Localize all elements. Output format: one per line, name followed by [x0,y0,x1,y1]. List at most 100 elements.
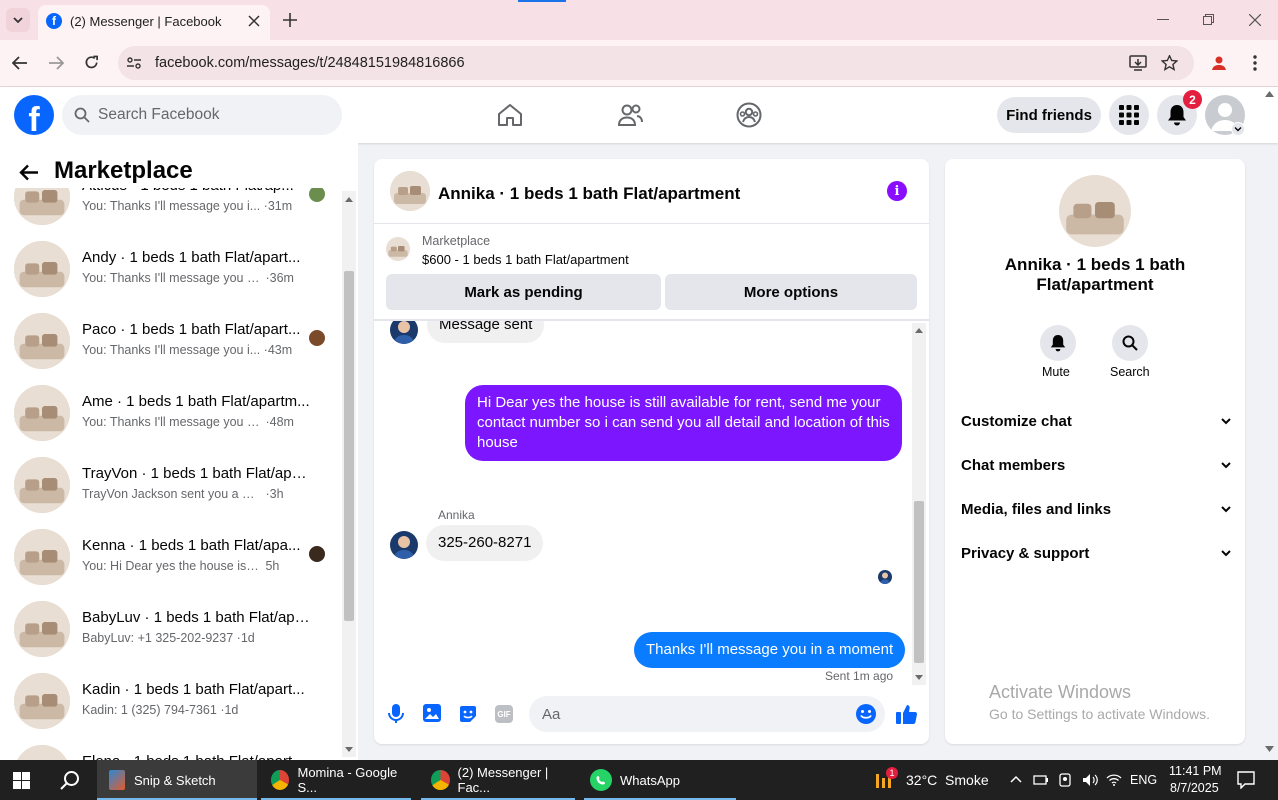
taskbar-app-snip[interactable]: Snip & Sketch [97,760,257,800]
page-scroll-down-icon[interactable] [1265,746,1274,753]
tab-title: (2) Messenger | Facebook [70,14,222,29]
mute-button[interactable] [1040,325,1076,361]
scroll-up-icon[interactable] [915,327,923,333]
browser-tab[interactable]: f (2) Messenger | Facebook [38,5,270,40]
back-arrow-icon[interactable] [19,164,39,181]
microphone-icon[interactable] [388,704,404,724]
conversation-row[interactable]: TrayVon · 1 beds 1 bath Flat/apa... TrayV… [0,449,340,521]
url-bar[interactable]: facebook.com/messages/t/2484815198481686… [118,46,1194,80]
close-window-icon[interactable] [1249,14,1261,26]
more-options-button[interactable]: More options [665,274,917,310]
conversation-info-button[interactable]: i [887,181,907,201]
site-settings-icon[interactable] [126,55,142,71]
info-menu-item[interactable]: Customize chat [961,405,1231,437]
search-facebook-input[interactable]: Search Facebook [62,95,342,135]
search-conversation-button[interactable] [1112,325,1148,361]
forward-arrow-icon[interactable] [48,56,64,70]
photo-icon[interactable] [423,704,441,722]
close-tab-icon[interactable] [248,15,260,27]
url-text[interactable]: facebook.com/messages/t/2484815198481686… [155,55,465,71]
sofa-photo-icon [386,237,410,261]
info-menu-item[interactable]: Media, files and links [961,493,1231,525]
taskbar-app-chrome-messenger[interactable]: (2) Messenger | Fac... [421,760,575,800]
bookmark-star-icon[interactable] [1161,55,1178,71]
scroll-down-icon[interactable] [915,675,923,681]
clock-time[interactable]: 11:41 PM [1169,764,1222,778]
windows-start-icon[interactable] [13,772,30,789]
conversation-preview: You: Thanks I'll message you i... [82,343,261,357]
account-chevron[interactable] [1231,122,1245,136]
scrollbar[interactable] [342,191,356,757]
listing-detail[interactable]: $600 - 1 beds 1 bath Flat/apartment [422,252,629,267]
conversation-row[interactable]: Elena · 1 beds 1 bath Flat/apart... [0,737,340,760]
language-indicator[interactable]: ENG [1130,773,1157,787]
incoming-phone-message[interactable]: 325-260-8271 [426,525,544,561]
scroll-up-icon[interactable] [345,196,353,202]
meet-now-icon[interactable] [1058,773,1072,787]
outgoing-message-latest[interactable]: Thanks I'll message you in a moment [634,632,906,668]
incoming-message-partial[interactable]: Message sent [427,321,545,343]
speaker-icon[interactable] [1082,773,1098,787]
chat-title[interactable]: Annika · 1 beds 1 bath Flat/apartment [438,184,740,204]
taskbar-app-chrome-sheets[interactable]: Momina - Google S... [261,760,411,800]
facebook-logo-icon[interactable]: f [14,95,54,135]
scrollbar-thumb[interactable] [344,271,354,621]
outgoing-message[interactable]: Hi Dear yes the house is still available… [465,385,902,461]
taskbar-search-icon[interactable] [60,770,80,790]
conversation-row[interactable]: Kadin · 1 beds 1 bath Flat/apart... Kadin… [0,665,340,737]
reload-icon[interactable] [84,55,99,70]
friends-icon[interactable] [617,103,643,127]
sticker-icon[interactable] [458,704,478,724]
back-arrow-icon[interactable] [12,56,28,70]
battery-icon[interactable] [1033,774,1049,786]
browser-menu-icon[interactable] [1253,55,1257,71]
tab-search-button[interactable] [6,8,30,32]
mark-as-pending-button[interactable]: Mark as pending [386,274,661,310]
message-input[interactable]: Aa [529,696,885,732]
page-scroll-up-icon[interactable] [1265,90,1274,97]
emoji-icon[interactable] [856,704,876,724]
conversation-row[interactable]: Andy · 1 beds 1 bath Flat/apart... You: T… [0,233,340,305]
conversation-row[interactable]: Kenna · 1 beds 1 bath Flat/apa... You: Hi… [0,521,340,593]
notification-center-icon[interactable] [1237,771,1255,789]
menu-label: Media, files and links [961,500,1112,518]
chevron-down-icon [1221,505,1231,512]
chevron-down-icon [1221,417,1231,424]
groups-icon[interactable] [736,102,762,128]
restore-icon[interactable] [1203,14,1214,25]
conversation-scroll-area[interactable]: Atticus · 1 beds 1 bath Flat/ap... You: T… [0,188,340,760]
scroll-down-icon[interactable] [345,747,353,753]
conversation-row[interactable]: Paco · 1 beds 1 bath Flat/apart... You: T… [0,305,340,377]
conversation-preview-line: You: Thanks I'll message you in a... ·48… [82,415,294,429]
minimize-icon[interactable] [1157,19,1169,21]
conversation-row[interactable]: BabyLuv · 1 beds 1 bath Flat/apa... BabyL… [0,593,340,665]
chevron-down-icon [1234,127,1242,132]
annika-avatar[interactable] [390,321,418,344]
annika-avatar[interactable] [390,531,418,559]
menu-button[interactable] [1109,95,1149,135]
profile-avatar-icon[interactable] [1210,54,1228,72]
show-hidden-icons-icon[interactable] [1010,775,1022,783]
gif-icon[interactable]: GIF [495,705,513,723]
sofa-photo-icon [390,171,430,211]
wifi-icon[interactable] [1106,774,1122,786]
scrollbar-thumb[interactable] [914,501,924,663]
conversation-preview-line: You: Hi Dear yes the house is stil... 5h [82,559,279,573]
listing-thumbnail[interactable] [386,237,410,261]
sofa-photo-icon [14,601,70,657]
chat-header-thumbnail[interactable] [390,171,430,211]
info-menu-item[interactable]: Privacy & support [961,537,1231,569]
chat-scrollbar[interactable] [912,323,926,685]
conversation-preview: Kadin: 1 (325) 794-7361 [82,703,217,717]
conversation-row[interactable]: Atticus · 1 beds 1 bath Flat/ap... You: T… [0,188,340,233]
find-friends-button[interactable]: Find friends [997,97,1101,133]
install-app-icon[interactable] [1129,55,1147,71]
new-tab-icon[interactable] [283,13,297,27]
taskbar-app-whatsapp[interactable]: WhatsApp [584,760,736,800]
thumbs-up-icon[interactable] [896,703,918,725]
weather-text[interactable]: 32°C Smoke [906,772,989,788]
clock-date[interactable]: 8/7/2025 [1170,781,1219,795]
info-menu-item[interactable]: Chat members [961,449,1231,481]
conversation-row[interactable]: Ame · 1 beds 1 bath Flat/apartm... You: T… [0,377,340,449]
home-icon[interactable] [497,103,523,127]
